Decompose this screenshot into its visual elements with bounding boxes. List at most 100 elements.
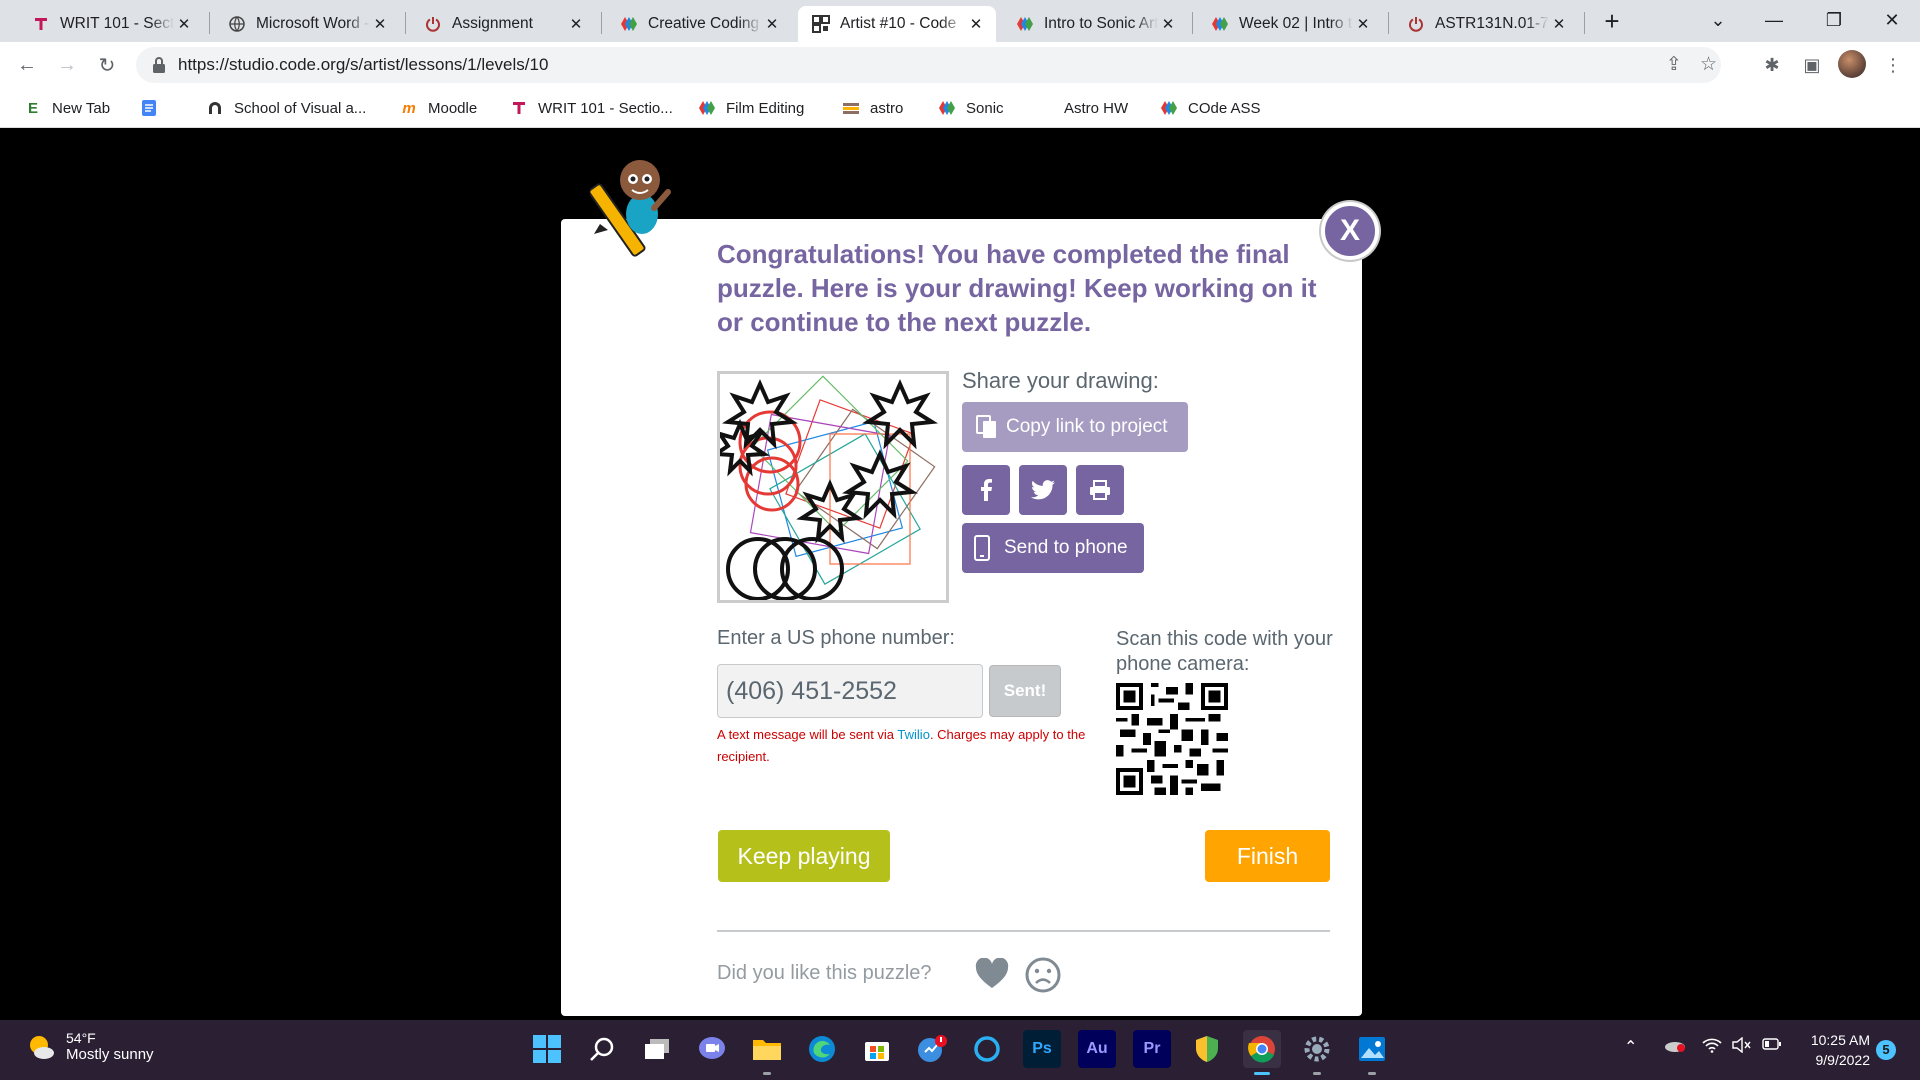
close-tab-icon[interactable]: ✕ <box>1549 15 1569 33</box>
facebook-share-button[interactable] <box>962 465 1010 515</box>
close-tab-icon[interactable]: ✕ <box>762 15 782 33</box>
bookmark-item[interactable] <box>140 96 168 120</box>
bookmark-item[interactable]: Sonic <box>938 96 1004 120</box>
address-bar[interactable]: https://studio.code.org/s/artist/lessons… <box>136 47 1721 83</box>
side-panel-icon[interactable]: ▣ <box>1797 50 1827 80</box>
lock-icon <box>153 57 165 73</box>
running-indicator <box>763 1072 771 1075</box>
photos-icon[interactable] <box>1353 1030 1391 1068</box>
browser-tab[interactable]: ASTR131N.01-700 ✕ <box>1393 6 1579 42</box>
browser-tab[interactable]: Microsoft Word - ✕ <box>214 6 400 42</box>
copy-link-button[interactable]: Copy link to project <box>962 402 1188 452</box>
code-org-icon <box>812 15 830 33</box>
browser-tab[interactable]: WRIT 101 - Sectio ✕ <box>18 6 204 42</box>
edge-icon[interactable] <box>803 1030 841 1068</box>
cortana-icon[interactable] <box>968 1030 1006 1068</box>
sms-disclaimer: A text message will be sent via Twilio. … <box>717 724 1087 768</box>
bookmark-item[interactable]: COde ASS <box>1160 96 1261 120</box>
close-tab-icon[interactable]: ✕ <box>174 15 194 33</box>
settings-icon[interactable] <box>1298 1030 1336 1068</box>
close-tab-icon[interactable]: ✕ <box>966 15 986 33</box>
phone-label: Enter a US phone number: <box>717 627 955 649</box>
store-icon[interactable] <box>858 1030 896 1068</box>
close-tab-icon[interactable]: ✕ <box>1353 15 1373 33</box>
bookmark-item[interactable]: E New Tab <box>24 96 110 120</box>
close-tab-icon[interactable]: ✕ <box>1158 15 1178 33</box>
heart-icon[interactable] <box>975 958 1009 990</box>
volume-muted-icon[interactable] <box>1732 1036 1752 1058</box>
teams-chat-icon[interactable] <box>693 1030 731 1068</box>
vpn-shield-icon[interactable] <box>1188 1030 1226 1068</box>
browser-tab-active[interactable]: Artist #10 - Code ✕ <box>798 6 996 42</box>
notification-badge[interactable]: 5 <box>1876 1040 1896 1060</box>
browser-tab[interactable]: Assignment ✕ <box>410 6 596 42</box>
tab-title: WRIT 101 - Sectio <box>60 15 174 32</box>
file-explorer-icon[interactable] <box>748 1030 786 1068</box>
reload-icon[interactable]: ↻ <box>92 50 122 80</box>
browser-tab[interactable]: Creative Coding T ✕ <box>606 6 792 42</box>
audition-icon[interactable]: Au <box>1078 1030 1116 1068</box>
tab-strip: WRIT 101 - Sectio ✕ Microsoft Word - ✕ A… <box>0 0 1920 42</box>
bookmark-item[interactable]: WRIT 101 - Sectio... <box>510 96 673 120</box>
twitter-icon <box>1031 480 1055 500</box>
print-button[interactable] <box>1076 465 1124 515</box>
weather-widget[interactable]: 54°F Mostly sunny <box>26 1030 154 1063</box>
diamond-icon <box>938 99 956 117</box>
bookmark-item[interactable]: Film Editing <box>698 96 804 120</box>
feedback-label: Did you like this puzzle? <box>717 962 932 984</box>
tab-search-icon[interactable]: ⌄ <box>1690 0 1746 40</box>
back-icon[interactable]: ← <box>12 50 42 80</box>
twitter-share-button[interactable] <box>1019 465 1067 515</box>
sent-button[interactable]: Sent! <box>989 665 1061 717</box>
disclaimer-text: A text message will be sent via <box>717 727 898 742</box>
tab-separator <box>1192 12 1193 34</box>
facebook-icon <box>981 479 992 501</box>
bookmark-item[interactable]: School of Visual a... <box>206 96 366 120</box>
avatar[interactable] <box>1838 50 1866 78</box>
active-indicator <box>1254 1072 1270 1075</box>
sad-face-icon[interactable] <box>1025 957 1061 993</box>
photoshop-icon[interactable]: Ps <box>1023 1030 1061 1068</box>
close-tab-icon[interactable]: ✕ <box>370 15 390 33</box>
premiere-icon[interactable]: Pr <box>1133 1030 1171 1068</box>
menu-icon[interactable]: ⋮ <box>1878 50 1908 80</box>
feedback-hub-icon[interactable] <box>913 1030 951 1068</box>
bookmark-label: WRIT 101 - Sectio... <box>538 99 673 117</box>
bookmark-item[interactable]: astro <box>842 96 903 120</box>
bookmark-item[interactable]: Astro HW <box>1064 96 1128 120</box>
bookmark-star-icon[interactable]: ☆ <box>1700 53 1717 76</box>
bookmark-label: astro <box>870 99 904 117</box>
browser-tab[interactable]: Intro to Sonic Art ✕ <box>1002 6 1188 42</box>
extensions-icon[interactable]: ✱ <box>1757 50 1787 80</box>
share-icon[interactable]: ⇪ <box>1666 53 1682 76</box>
show-hidden-icons[interactable]: ⌃ <box>1624 1037 1637 1057</box>
system-clock[interactable]: 10:25 AM 9/9/2022 <box>1790 1030 1870 1070</box>
search-icon[interactable] <box>583 1030 621 1068</box>
browser-tab[interactable]: Week 02 | Intro to ✕ <box>1197 6 1383 42</box>
wifi-icon[interactable] <box>1702 1037 1722 1058</box>
bookmarks-bar: E New Tab School of Visual a... m Moodle… <box>0 88 1920 128</box>
diamond-icon <box>698 99 716 117</box>
phone-number-input[interactable] <box>717 664 983 718</box>
windows-start-icon[interactable] <box>528 1030 566 1068</box>
chrome-icon[interactable] <box>1243 1030 1281 1068</box>
power-icon <box>1407 15 1425 33</box>
keep-playing-button[interactable]: Keep playing <box>718 830 890 882</box>
onedrive-icon[interactable] <box>1664 1037 1686 1058</box>
finish-button[interactable]: Finish <box>1205 830 1330 882</box>
close-window-icon[interactable]: ✕ <box>1864 0 1920 40</box>
send-to-phone-button[interactable]: Send to phone <box>962 523 1144 573</box>
temperature: 54°F <box>66 1030 96 1046</box>
send-to-phone-label: Send to phone <box>1004 537 1128 558</box>
forward-icon[interactable]: → <box>52 50 82 80</box>
bookmark-item[interactable]: m Moodle <box>400 96 477 120</box>
bookmark-label: New Tab <box>52 99 111 117</box>
new-tab-button[interactable]: + <box>1598 6 1626 36</box>
globe-icon <box>228 15 246 33</box>
minimize-icon[interactable]: — <box>1746 0 1802 40</box>
task-view-icon[interactable] <box>638 1030 676 1068</box>
twilio-link[interactable]: Twilio <box>897 727 930 742</box>
battery-icon[interactable] <box>1762 1037 1782 1056</box>
restore-icon[interactable]: ❐ <box>1806 0 1862 40</box>
close-tab-icon[interactable]: ✕ <box>566 15 586 33</box>
